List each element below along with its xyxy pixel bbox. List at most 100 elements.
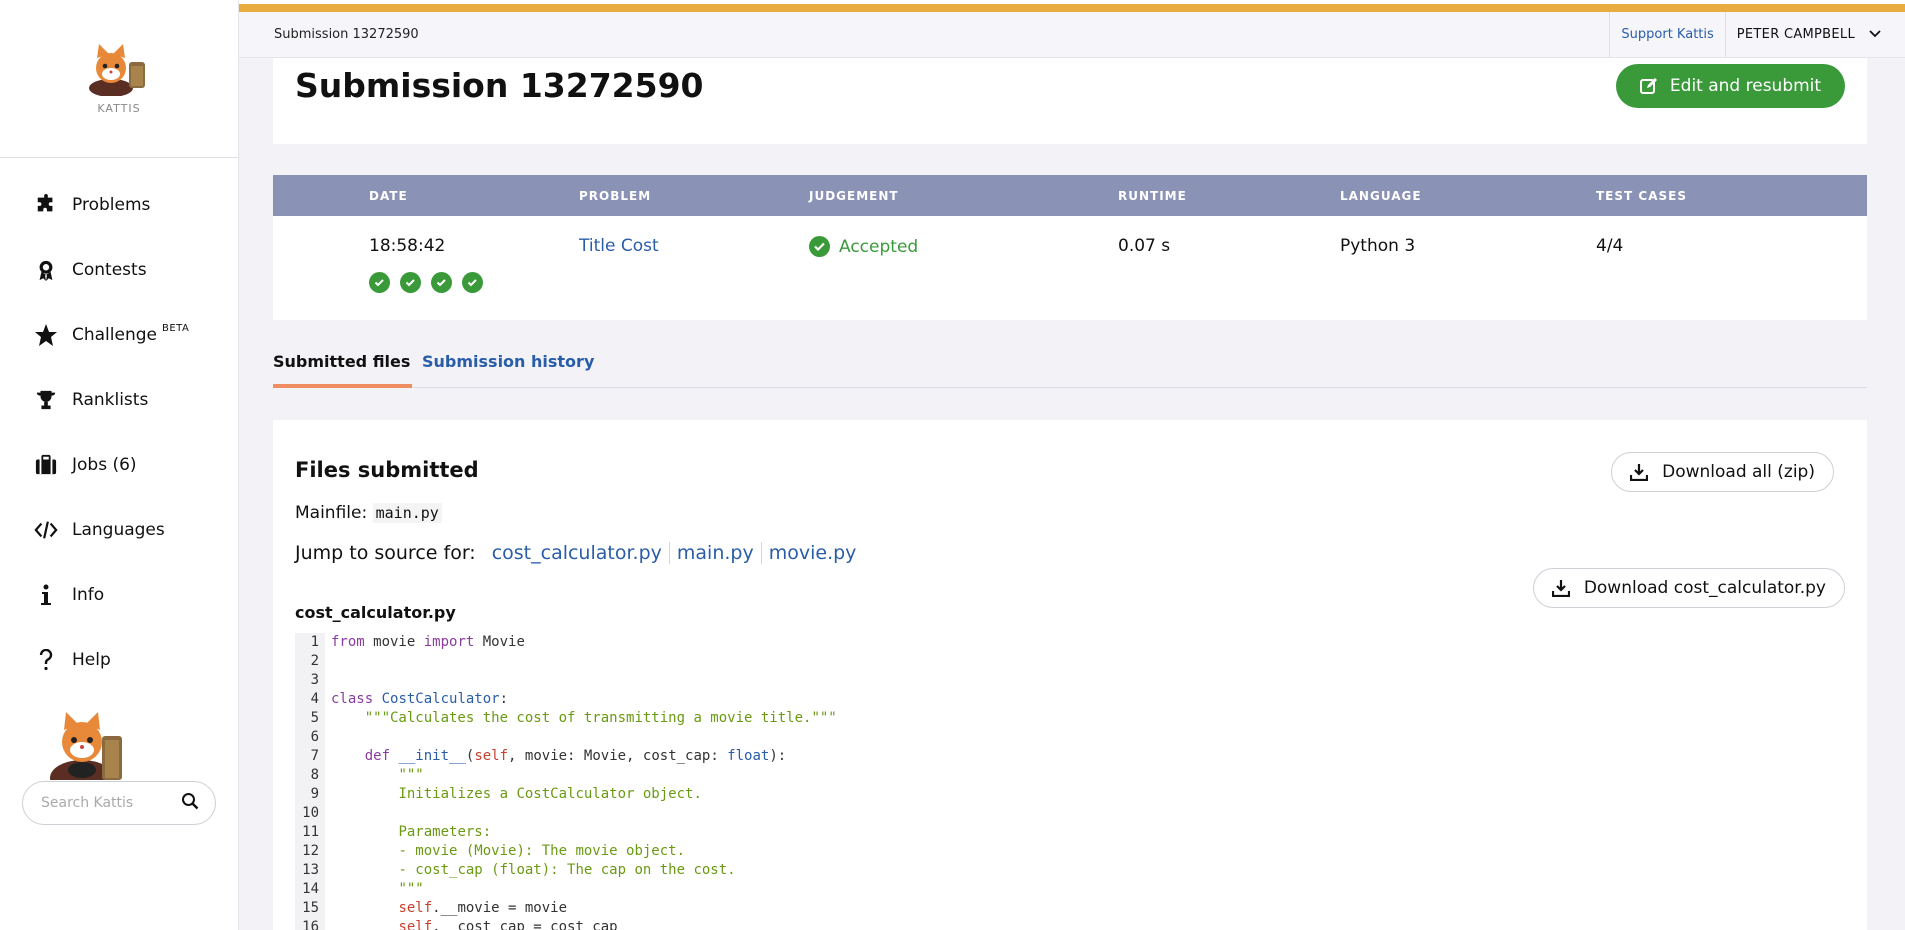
user-menu[interactable]: PETER CAMPBELL [1726, 12, 1905, 57]
download-file-button[interactable]: Download cost_calculator.py [1532, 568, 1845, 608]
nav-item-contests[interactable]: Contests [0, 237, 238, 302]
code-line: 16 self.__cost_cap = cost_cap [295, 918, 1845, 930]
code-line: 1 from movie import Movie [295, 633, 1845, 652]
nav-label: Info [72, 584, 105, 605]
code-line: 12 - movie (Movie): The movie object. [295, 842, 1845, 861]
date-value: 18:58:42 [369, 236, 446, 256]
mainfile-value: main.py [372, 503, 442, 523]
nav-item-problems[interactable]: Problems [0, 172, 238, 237]
nav-label: Contests [72, 259, 147, 280]
files-title: Files submitted [295, 458, 479, 482]
code-line: 5 """Calculates the cost of transmitting… [295, 709, 1845, 728]
kattis-cat-logo [89, 44, 145, 96]
top-bar: Submission 13272590 Support Kattis PETER… [239, 12, 1905, 58]
problem-link[interactable]: Title Cost [579, 236, 659, 256]
jump-link-cost-calculator[interactable]: cost_calculator.py [485, 542, 670, 564]
test-cases-value: 4/4 [1596, 236, 1624, 256]
code-line: 15 self.__movie = movie [295, 899, 1845, 918]
search-icon[interactable] [181, 792, 199, 814]
mainfile-label: Mainfile: [295, 503, 368, 523]
page-title: Submission 13272590 [295, 66, 704, 105]
help-icon [34, 648, 58, 672]
nav-label: Ranklists [72, 389, 149, 410]
code-icon [34, 518, 58, 542]
download-file-label: Download cost_calculator.py [1583, 578, 1826, 598]
table-header: DATE PROBLEM JUDGEMENT RUNTIME LANGUAGE … [273, 175, 1867, 216]
download-all-button[interactable]: Download all (zip) [1611, 452, 1834, 492]
code-line: 4 class CostCalculator: [295, 690, 1845, 709]
judgement-status: Accepted [809, 236, 918, 257]
nav-label: Problems [72, 194, 151, 215]
table-row: 18:58:42 Title Cost Accepted 0.07 s Pyth… [273, 216, 1867, 320]
breadcrumb: Submission 13272590 [274, 27, 419, 42]
col-runtime: RUNTIME [1118, 189, 1187, 203]
test-case-passed-icon[interactable] [462, 272, 483, 293]
logo[interactable]: KATTIS [0, 0, 238, 158]
medal-icon [34, 258, 58, 282]
edit-icon [1639, 77, 1658, 95]
judgement-label: Accepted [839, 236, 919, 257]
source-code: 1 from movie import Movie 2 3 4 class Cost… [295, 633, 1845, 930]
code-line: 13 - cost_cap (float): The cap on the co… [295, 861, 1845, 880]
top-accent-stripe [239, 0, 1905, 12]
trophy-icon [34, 388, 58, 412]
download-all-label: Download all (zip) [1662, 462, 1815, 482]
code-line: 14 """ [295, 880, 1845, 899]
nav-item-languages[interactable]: Languages [0, 497, 238, 562]
col-test-cases: TEST CASES [1596, 189, 1687, 203]
runtime-value: 0.07 s [1118, 236, 1171, 256]
download-icon [1630, 463, 1649, 481]
test-case-indicators [369, 272, 493, 293]
nav-label: Jobs (6) [72, 454, 137, 475]
jump-label: Jump to source for: [295, 542, 476, 564]
sidebar: KATTIS Problems Contests Challenge BETA [0, 0, 239, 930]
code-line: 6 [295, 728, 1845, 747]
submission-header: Submission 13272590 Edit and resubmit [273, 58, 1867, 144]
col-problem: PROBLEM [579, 189, 652, 203]
download-icon [1551, 579, 1570, 597]
code-line: 3 [295, 671, 1845, 690]
tab-submitted-files[interactable]: Submitted files [273, 352, 413, 388]
user-name: PETER CAMPBELL [1736, 27, 1855, 42]
puzzle-icon [34, 193, 58, 217]
code-line: 2 [295, 652, 1845, 671]
submission-table: DATE PROBLEM JUDGEMENT RUNTIME LANGUAGE … [273, 175, 1867, 320]
code-line: 9 Initializes a CostCalculator object. [295, 785, 1845, 804]
chevron-down-icon [1869, 27, 1881, 42]
main-nav: Problems Contests Challenge BETA Ranklis… [0, 158, 238, 692]
search-input[interactable] [41, 795, 171, 811]
logo-text: KATTIS [97, 102, 141, 115]
test-case-passed-icon[interactable] [400, 272, 421, 293]
nav-item-ranklists[interactable]: Ranklists [0, 367, 238, 432]
jump-to-source: Jump to source for: cost_calculator.py m… [295, 542, 863, 564]
jump-link-movie[interactable]: movie.py [762, 542, 864, 564]
check-circle-icon [809, 236, 830, 257]
col-judgement: JUDGEMENT [809, 189, 899, 203]
test-case-passed-icon[interactable] [431, 272, 452, 293]
files-panel: Files submitted Download all (zip) Mainf… [273, 420, 1867, 930]
code-line: 7 def __init__(self, movie: Movie, cost_… [295, 747, 1845, 766]
edit-resubmit-button[interactable]: Edit and resubmit [1616, 64, 1845, 108]
tab-submission-history[interactable]: Submission history [422, 352, 594, 388]
briefcase-icon [34, 453, 58, 477]
nav-item-info[interactable]: Info [0, 562, 238, 627]
nav-item-help[interactable]: Help [0, 627, 238, 692]
mascot-image [44, 710, 140, 796]
test-case-passed-icon[interactable] [369, 272, 390, 293]
nav-item-jobs[interactable]: Jobs (6) [0, 432, 238, 497]
search-field[interactable] [22, 781, 216, 825]
language-value: Python 3 [1340, 236, 1416, 256]
nav-label: Languages [72, 519, 165, 540]
code-line: 8 """ [295, 766, 1845, 785]
nav-label: Challenge [72, 324, 157, 345]
info-icon [34, 583, 58, 607]
star-icon [34, 323, 58, 347]
mainfile-row: Mainfile: main.py [295, 503, 442, 523]
jump-link-main[interactable]: main.py [670, 542, 762, 564]
support-link[interactable]: Support Kattis [1609, 12, 1726, 57]
nav-label: Help [72, 649, 111, 670]
nav-item-challenge[interactable]: Challenge BETA [0, 302, 238, 367]
code-line: 11 Parameters: [295, 823, 1845, 842]
edit-resubmit-label: Edit and resubmit [1669, 76, 1822, 96]
col-language: LANGUAGE [1340, 189, 1422, 203]
